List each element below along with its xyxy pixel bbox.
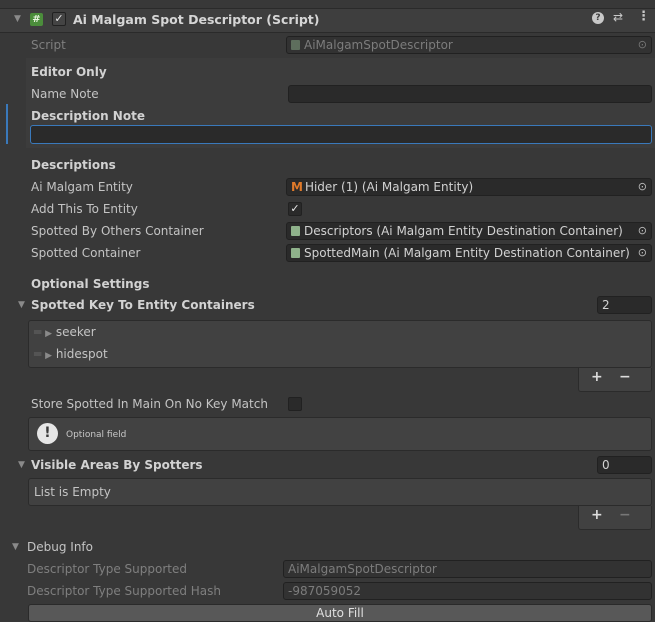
- object-picker-icon[interactable]: ⊙: [635, 245, 647, 261]
- descriptor-type-label: Descriptor Type Supported: [27, 562, 187, 576]
- add-element-button[interactable]: +: [591, 507, 603, 523]
- kebab-menu-icon[interactable]: ⋮: [637, 9, 650, 24]
- descriptor-type-field: AiMalgamSpotDescriptor: [283, 560, 652, 578]
- debug-info-heading[interactable]: Debug Info: [27, 539, 93, 555]
- expand-arrow-icon[interactable]: ▶: [45, 329, 52, 339]
- key-list-button-bar: + −: [578, 368, 652, 392]
- areas-list-size-field[interactable]: 0: [597, 456, 652, 474]
- descriptor-hash-label: Descriptor Type Supported Hash: [27, 584, 222, 598]
- script-field[interactable]: AiMalgamSpotDescriptor ⊙: [286, 36, 652, 54]
- drag-handle-icon[interactable]: ═: [34, 325, 41, 339]
- script-asset-icon: [291, 40, 300, 50]
- list-item-label: hidespot: [55, 347, 108, 361]
- name-note-label: Name Note: [31, 87, 99, 101]
- list-item[interactable]: ═ ▶ hidespot: [34, 346, 108, 364]
- help-text: Optional field: [66, 430, 127, 440]
- remove-element-button[interactable]: −: [619, 369, 631, 385]
- script-value: AiMalgamSpotDescriptor: [304, 38, 453, 52]
- store-spotted-checkbox[interactable]: [288, 397, 302, 411]
- foldout-arrow-icon[interactable]: ▼: [18, 460, 25, 470]
- component-title: Ai Malgam Spot Descriptor (Script): [73, 12, 320, 27]
- object-picker-icon[interactable]: ⊙: [638, 37, 647, 53]
- auto-fill-button[interactable]: Auto Fill: [28, 604, 652, 622]
- expand-arrow-icon[interactable]: ▶: [45, 351, 52, 361]
- object-picker-icon[interactable]: ⊙: [638, 179, 647, 195]
- descriptions-heading: Descriptions: [31, 158, 116, 172]
- preset-icon[interactable]: ⇄: [613, 10, 623, 24]
- info-icon: !: [37, 423, 58, 444]
- optional-settings-heading: Optional Settings: [31, 277, 150, 291]
- spotted-by-others-value: Descriptors (Ai Malgam Entity Destinatio…: [304, 224, 623, 238]
- key-list-label[interactable]: Spotted Key To Entity Containers: [31, 297, 255, 313]
- spotted-by-others-label: Spotted By Others Container: [31, 224, 204, 238]
- list-item-label: seeker: [55, 325, 96, 339]
- areas-list-box: [28, 478, 652, 506]
- add-to-entity-checkbox[interactable]: ✓: [288, 202, 302, 216]
- entity-icon: M: [291, 180, 303, 194]
- component-enabled-checkbox[interactable]: ✓: [52, 12, 66, 26]
- help-icon[interactable]: ?: [592, 12, 604, 24]
- script-icon: #: [30, 13, 43, 26]
- drag-handle-icon[interactable]: ═: [34, 347, 41, 361]
- object-picker-icon[interactable]: ⊙: [635, 223, 647, 239]
- spotted-by-others-field[interactable]: Descriptors (Ai Malgam Entity Destinatio…: [286, 222, 652, 240]
- description-note-field[interactable]: [30, 125, 652, 144]
- areas-list-label[interactable]: Visible Areas By Spotters: [31, 457, 203, 473]
- remove-element-button[interactable]: −: [619, 507, 631, 523]
- container-icon: [291, 226, 300, 236]
- editor-only-heading: Editor Only: [31, 65, 107, 79]
- container-icon: [291, 248, 300, 258]
- ai-malgam-entity-value: Hider (1) (Ai Malgam Entity): [304, 180, 474, 194]
- foldout-arrow-icon[interactable]: ▼: [14, 14, 21, 24]
- areas-list-button-bar: + −: [578, 506, 652, 530]
- store-spotted-label: Store Spotted In Main On No Key Match: [31, 397, 268, 411]
- spotted-container-value: SpottedMain (Ai Malgam Entity Destinatio…: [304, 246, 630, 260]
- script-label: Script: [31, 38, 66, 52]
- add-element-button[interactable]: +: [591, 369, 603, 385]
- key-list-size-field[interactable]: 2: [597, 296, 652, 314]
- add-to-entity-label: Add This To Entity: [31, 202, 138, 216]
- foldout-arrow-icon[interactable]: ▼: [12, 542, 19, 552]
- list-item[interactable]: ═ ▶ seeker: [34, 324, 96, 342]
- empty-list-text: List is Empty: [34, 485, 111, 499]
- name-note-field[interactable]: [288, 85, 652, 103]
- ai-malgam-entity-label: Ai Malgam Entity: [31, 180, 133, 194]
- ai-malgam-entity-field[interactable]: M Hider (1) (Ai Malgam Entity) ⊙: [286, 178, 652, 196]
- spotted-container-label: Spotted Container: [31, 246, 141, 260]
- descriptor-hash-field: -987059052: [283, 582, 652, 600]
- selection-indicator: [6, 104, 8, 144]
- key-list-box: [28, 320, 652, 368]
- description-note-label: Description Note: [31, 109, 145, 123]
- foldout-arrow-icon[interactable]: ▼: [18, 300, 25, 310]
- spotted-container-field[interactable]: SpottedMain (Ai Malgam Entity Destinatio…: [286, 244, 652, 262]
